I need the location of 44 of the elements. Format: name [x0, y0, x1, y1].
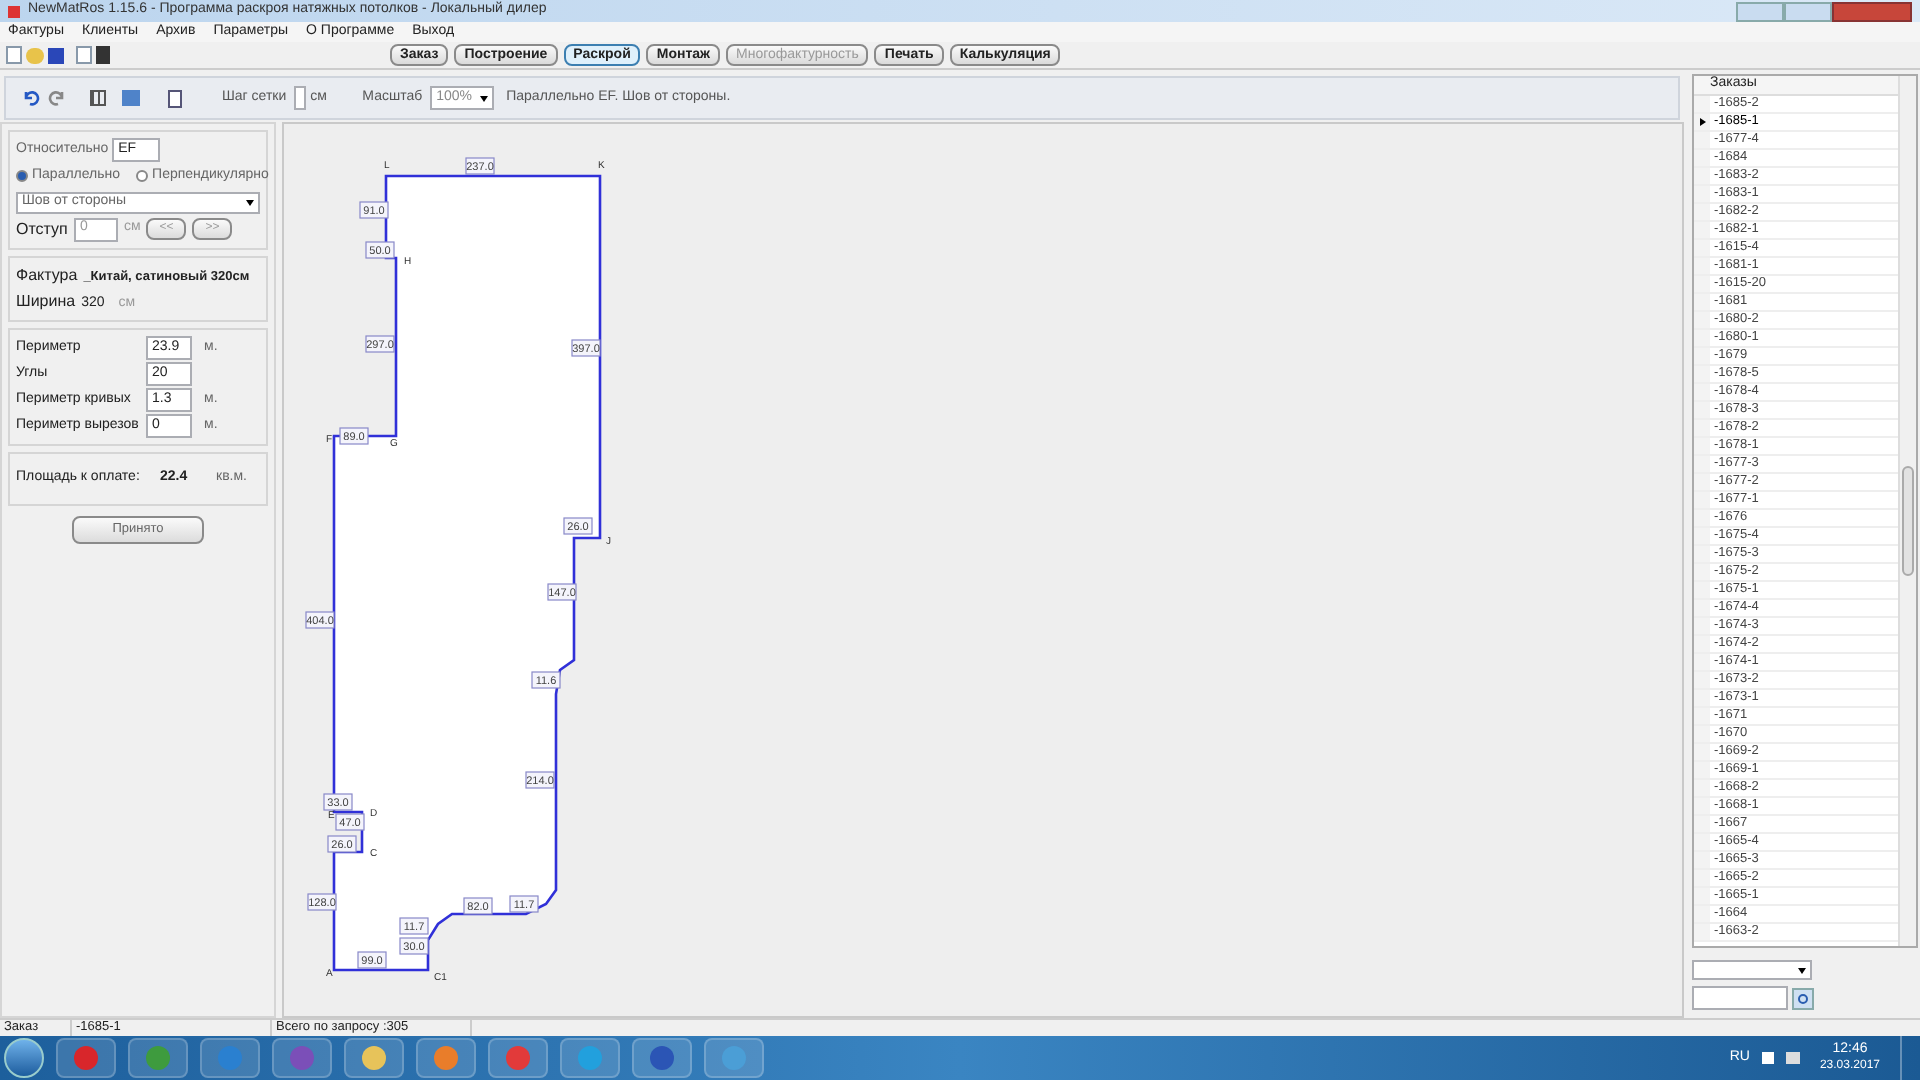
taskbar-app-button[interactable] — [632, 1038, 692, 1078]
taskbar-app-button[interactable] — [344, 1038, 404, 1078]
search-button[interactable] — [1792, 987, 1814, 1009]
app-icon — [290, 1046, 314, 1070]
document-icon[interactable] — [168, 89, 182, 107]
app-icon — [146, 1046, 170, 1070]
field-label: Отступ — [16, 217, 68, 241]
scrollbar-thumb[interactable] — [1902, 466, 1914, 576]
field-label: Ширина — [16, 289, 76, 313]
taskbar-app-button[interactable] — [56, 1038, 116, 1078]
radio-button[interactable] — [136, 170, 149, 183]
taskbar-app-button[interactable] — [560, 1038, 620, 1078]
input-field[interactable] — [294, 86, 307, 110]
taskbar-app-button[interactable] — [416, 1038, 476, 1078]
app-icon — [434, 1046, 458, 1070]
caret-icon — [246, 199, 254, 205]
maximize-button[interactable] — [1784, 1, 1832, 21]
app-icon — [362, 1046, 386, 1070]
scrollbar[interactable] — [1898, 76, 1916, 946]
app-icon — [8, 5, 20, 17]
close-button[interactable] — [1832, 1, 1912, 21]
app-icon — [650, 1046, 674, 1070]
new-file-icon[interactable] — [6, 46, 22, 64]
undo-icon[interactable] — [22, 90, 40, 106]
taskbar-app-button[interactable] — [128, 1038, 188, 1078]
search-icon — [1798, 993, 1808, 1003]
current-row-icon — [1699, 118, 1705, 126]
caret-icon — [480, 95, 489, 101]
app-icon — [74, 1046, 98, 1070]
taskbar-app-button[interactable] — [200, 1038, 260, 1078]
input-field[interactable] — [1692, 986, 1788, 1010]
minimize-button[interactable] — [1736, 1, 1784, 21]
app-icon — [578, 1046, 602, 1070]
app-icon — [506, 1046, 530, 1070]
radio-button[interactable] — [16, 170, 28, 183]
redo-icon[interactable] — [48, 90, 66, 106]
caret-icon — [1798, 967, 1806, 973]
grid-icon[interactable] — [90, 90, 106, 106]
start-button[interactable] — [4, 1038, 44, 1078]
taskbar-app-button[interactable] — [488, 1038, 548, 1078]
app-icon — [218, 1046, 242, 1070]
taskbar-app-button[interactable] — [272, 1038, 332, 1078]
taskbar-app-button[interactable] — [704, 1038, 764, 1078]
field-label: Фактура — [16, 263, 78, 287]
